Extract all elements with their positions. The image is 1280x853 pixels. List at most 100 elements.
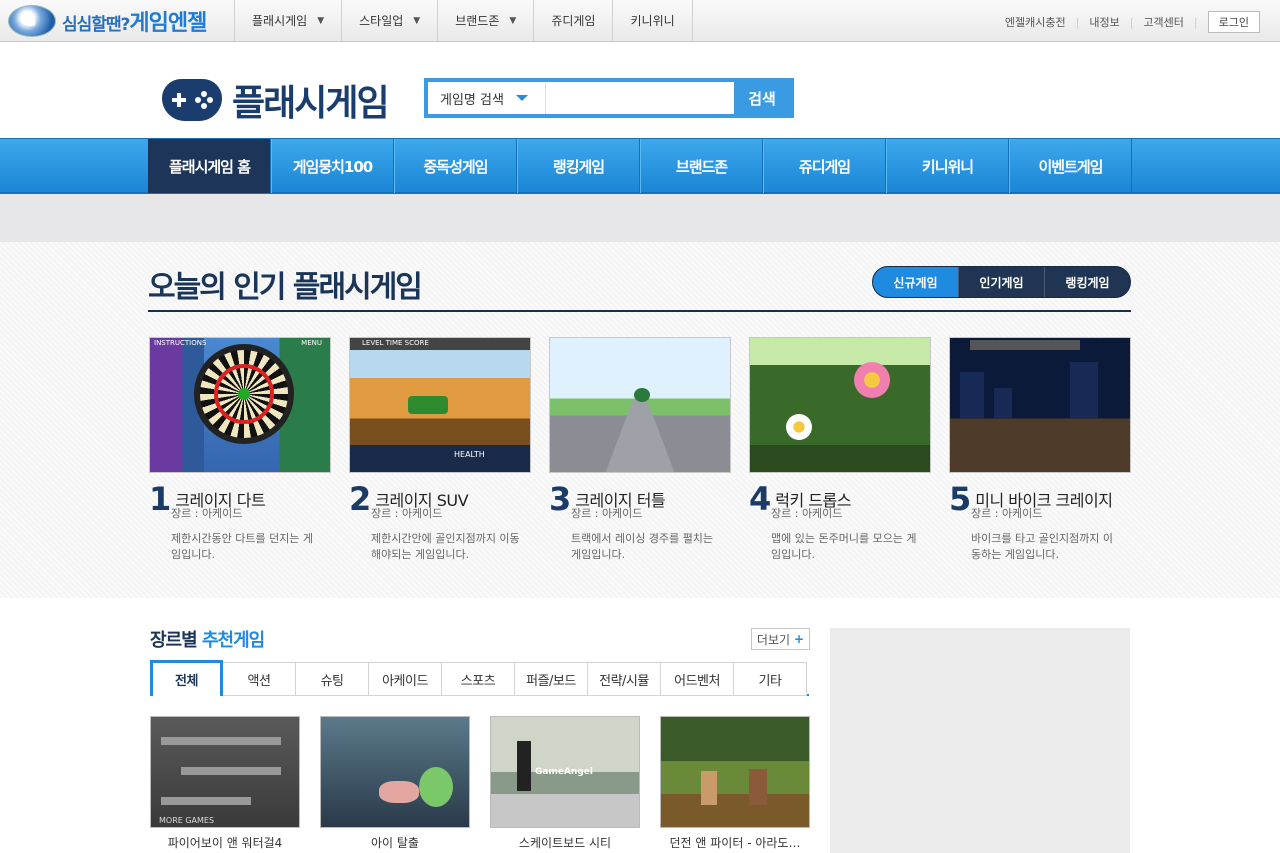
game-genre: 장르 : 아케이드 [771, 507, 843, 520]
divider: | [1129, 15, 1134, 29]
mainnav-item-ranking[interactable]: 랭킹게임 [517, 139, 640, 193]
dartboard-image [194, 344, 294, 444]
game-description: 맵에 있는 돈주머니를 모으는 게임입니다. [771, 532, 917, 561]
rank-number: 1 [149, 480, 172, 518]
game-card[interactable]: INSTRUCTIONS MENU 1 크레이지 다트 장르 : 아케이드 제한… [149, 337, 331, 563]
main-nav: 플래시게임 홈 게임뭉치100 중독성게임 랭킹게임 브랜드존 쥬디게임 키니위… [0, 138, 1280, 194]
fighter-image [701, 771, 717, 805]
character-image [419, 767, 453, 807]
logo-ball-icon: G [8, 5, 56, 37]
rank-number: 4 [749, 480, 772, 518]
game-name[interactable]: 아이 탈출 [320, 834, 470, 851]
side-ad-area [830, 628, 1130, 853]
popular-title: 오늘의 인기 플래시게임 [148, 270, 423, 305]
topnav-label: 쥬디게임 [551, 14, 596, 28]
game-thumbnail[interactable]: LEVEL TIME SCORE HEALTH [349, 337, 531, 473]
gamepad-icon [162, 79, 222, 121]
topnav-label: 키니위니 [630, 14, 675, 28]
tab-shooting[interactable]: 슈팅 [296, 662, 369, 696]
mainnav-item-event[interactable]: 이벤트게임 [1009, 139, 1132, 193]
topnav-item-brandzone[interactable]: 브랜드존 ▼ [437, 0, 533, 41]
banner-strip [0, 194, 1280, 242]
util-link-cash[interactable]: 엔젤캐시충전 [1005, 14, 1066, 30]
tab-strategy[interactable]: 전략/시뮬 [588, 662, 661, 696]
section-brand[interactable]: 플래시게임 [162, 74, 390, 126]
site-logo[interactable]: G 심심할땐?게임엔젤 [8, 4, 207, 38]
search-type-label: 게임명 검색 [440, 92, 504, 108]
game-thumbnail[interactable] [320, 716, 470, 828]
rank-number: 2 [349, 480, 372, 518]
util-link-myinfo[interactable]: 내정보 [1089, 14, 1119, 30]
util-link-support[interactable]: 고객센터 [1143, 14, 1183, 30]
building-image [994, 388, 1012, 418]
thumb-text: GameAngel [535, 767, 593, 777]
game-thumbnail[interactable]: MORE GAMES [150, 716, 300, 828]
dropdown-arrow-icon [515, 95, 528, 101]
mainnav-item-judy[interactable]: 쥬디게임 [763, 139, 886, 193]
utility-links: 엔젤캐시충전 | 내정보 | 고객센터 | 로그인 [1005, 11, 1260, 33]
mainnav-item-bundle100[interactable]: 게임뭉치100 [271, 139, 394, 193]
mainnav-item-kiniwini[interactable]: 키니위니 [886, 139, 1009, 193]
genre-game-list: MORE GAMES 파이어보이 앤 워터걸4 아이 탈출 GameAngel … [150, 716, 830, 851]
game-description: 제한시간동안 다트를 던지는 게임입니다. [171, 532, 314, 561]
genre-tabs: 전체 액션 슈팅 아케이드 스포츠 퍼즐/보드 전략/시뮬 어드벤처 기타 [150, 660, 809, 696]
list-item[interactable]: 던전 앤 파이터 - 아라도… [660, 716, 810, 851]
game-thumbnail[interactable] [749, 337, 931, 473]
tab-puzzle[interactable]: 퍼즐/보드 [515, 662, 588, 696]
tab-adventure[interactable]: 어드벤처 [661, 662, 734, 696]
game-thumbnail[interactable] [660, 716, 810, 828]
logo-slogan: 심심할땐? [62, 15, 130, 35]
list-item[interactable]: 아이 탈출 [320, 716, 470, 851]
game-thumbnail[interactable]: INSTRUCTIONS MENU [149, 337, 331, 473]
top-bar: G 심심할땐?게임엔젤 플래시게임 ▼ 스타일업 ▼ 브랜드존 ▼ 쥬디게임 키니위니… [0, 0, 1280, 42]
topnav-item-kiniwini[interactable]: 키니위니 [612, 0, 693, 41]
mainnav-item-addictive[interactable]: 중독성게임 [394, 139, 517, 193]
game-card[interactable]: 5 미니 바이크 크레이지 장르 : 아케이드 바이크를 타고 골인지점까지 이… [949, 337, 1131, 563]
thumb-text: MORE GAMES [159, 816, 215, 825]
genre-section-title: 장르별 추천게임 [150, 626, 265, 652]
thumb-text: INSTRUCTIONS [154, 339, 207, 347]
game-card[interactable]: LEVEL TIME SCORE HEALTH 2 크레이지 SUV 장르 : … [349, 337, 531, 563]
thumb-text: LEVEL TIME SCORE [362, 339, 429, 347]
plus-icon: + [794, 632, 805, 646]
game-name[interactable]: 던전 앤 파이터 - 아라도… [660, 834, 810, 851]
game-thumbnail[interactable]: GameAngel [490, 716, 640, 828]
tab-sports[interactable]: 스포츠 [442, 662, 515, 696]
fighter-image [749, 769, 767, 805]
tab-all[interactable]: 전체 [150, 660, 223, 696]
search-input[interactable] [546, 83, 734, 113]
thumb-text: MENU [301, 339, 322, 347]
tab-arcade[interactable]: 아케이드 [369, 662, 442, 696]
list-item[interactable]: MORE GAMES 파이어보이 앤 워터걸4 [150, 716, 300, 851]
login-button[interactable]: 로그인 [1207, 11, 1260, 33]
tab-action[interactable]: 액션 [223, 662, 296, 696]
game-name[interactable]: 스케이트보드 시티 [490, 834, 640, 851]
tab-popular[interactable]: 인기게임 [958, 267, 1044, 297]
topnav-item-flash[interactable]: 플래시게임 ▼ [234, 0, 341, 41]
game-card[interactable]: 4 럭키 드롭스 장르 : 아케이드 맵에 있는 돈주머니를 모으는 게임입니다… [749, 337, 931, 563]
search-type-select[interactable]: 게임명 검색 [428, 82, 546, 114]
game-thumbnail[interactable] [949, 337, 1131, 473]
more-button[interactable]: 더보기 + [751, 628, 810, 650]
tab-new[interactable]: 신규게임 [873, 267, 958, 297]
topnav-label: 브랜드존 [455, 14, 500, 28]
top-nav: 플래시게임 ▼ 스타일업 ▼ 브랜드존 ▼ 쥬디게임 키니위니 [234, 0, 693, 41]
game-name[interactable]: 파이어보이 앤 워터걸4 [150, 834, 300, 851]
flower-image [854, 362, 890, 398]
topnav-item-styleup[interactable]: 스타일업 ▼ [341, 0, 437, 41]
list-item[interactable]: GameAngel 스케이트보드 시티 [490, 716, 640, 851]
topnav-item-judy[interactable]: 쥬디게임 [533, 0, 612, 41]
tab-ranking[interactable]: 랭킹게임 [1044, 267, 1130, 297]
tab-etc[interactable]: 기타 [734, 662, 807, 696]
mainnav-item-home[interactable]: 플래시게임 홈 [148, 139, 271, 193]
game-thumbnail[interactable] [549, 337, 731, 473]
rank-number: 5 [949, 480, 972, 518]
platform-image [161, 737, 281, 745]
game-card[interactable]: 3 크레이지 터틀 장르 : 아케이드 트랙에서 레이싱 경주를 펼치는 게임입… [549, 337, 731, 563]
suv-car-image [408, 396, 448, 414]
caret-down-icon: ▼ [413, 15, 421, 26]
race-track-image [605, 400, 675, 472]
mainnav-item-brandzone[interactable]: 브랜드존 [640, 139, 763, 193]
search-button[interactable]: 검색 [734, 82, 790, 114]
game-description: 트랙에서 레이싱 경주를 펼치는 게임입니다. [571, 532, 714, 561]
